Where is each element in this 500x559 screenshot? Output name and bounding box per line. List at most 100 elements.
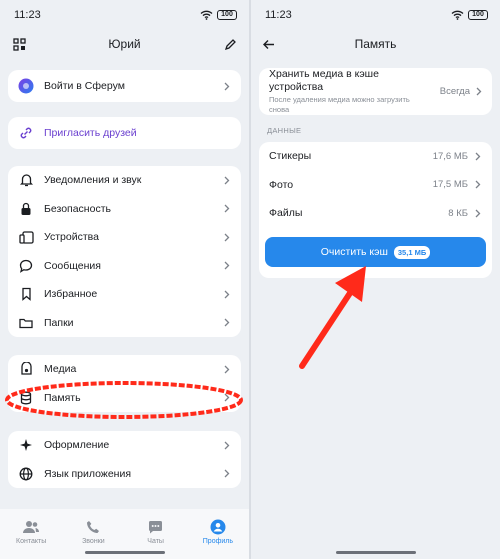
- data-row-label: Стикеры: [269, 150, 312, 163]
- bell-icon: [18, 172, 34, 188]
- settings-item-label: Медиа: [44, 363, 77, 376]
- settings-item-label: Память: [44, 391, 81, 404]
- chevron-right-icon: [223, 232, 231, 242]
- chevron-right-icon: [476, 83, 482, 101]
- chevron-right-icon: [223, 204, 231, 214]
- keep-media-title: Хранить медиа в кэше устройства: [269, 68, 379, 93]
- sferum-row[interactable]: Войти в Сферум: [8, 70, 241, 102]
- battery-icon: 100: [217, 10, 237, 20]
- settings-item-label: Оформление: [44, 439, 110, 452]
- data-row-value: 8 КБ: [448, 207, 468, 219]
- globe-icon: [18, 466, 34, 482]
- home-indicator: [335, 551, 416, 554]
- battery-icon: 100: [468, 10, 488, 20]
- chevron-right-icon: [223, 318, 231, 328]
- data-row-value: 17,6 МБ: [432, 150, 468, 162]
- sferum-logo-icon: [18, 78, 34, 94]
- bookmark-icon: [18, 286, 34, 302]
- chevron-right-icon: [223, 469, 231, 479]
- nav-chats[interactable]: Чаты: [131, 519, 181, 545]
- settings-item-media[interactable]: Медиа: [8, 355, 241, 384]
- nav-label: Чаты: [147, 538, 164, 545]
- settings-item-notifications[interactable]: Уведомления и звук: [8, 166, 241, 195]
- chevron-right-icon: [223, 261, 231, 271]
- keep-media-subtitle: После удаления медиа можно загрузить сно…: [269, 95, 410, 114]
- page-title: Юрий: [108, 37, 141, 51]
- edit-icon[interactable]: [221, 35, 239, 53]
- chats-icon: [148, 519, 163, 535]
- chevron-right-icon: [474, 180, 482, 190]
- chevron-right-icon: [223, 81, 231, 91]
- qr-code-icon[interactable]: [10, 35, 28, 53]
- devices-icon: [18, 229, 34, 245]
- sferum-label: Войти в Сферум: [44, 80, 125, 92]
- folder-icon: [18, 315, 34, 331]
- profile-screen: 11:23 100 Юрий Войти в Сферум Пригласить…: [0, 0, 249, 559]
- settings-item-label: Безопасность: [44, 202, 111, 215]
- chevron-right-icon: [474, 151, 482, 161]
- appearance-card: Оформление Язык приложения: [8, 431, 241, 488]
- settings-item-messages[interactable]: Сообщения: [8, 252, 241, 281]
- settings-item-label: Устройства: [44, 231, 99, 244]
- settings-item-devices[interactable]: Устройства: [8, 223, 241, 252]
- status-bar: 11:23 100: [0, 0, 249, 30]
- status-time: 11:23: [14, 9, 41, 21]
- data-row-label: Файлы: [269, 207, 303, 220]
- settings-item-appearance[interactable]: Оформление: [8, 431, 241, 460]
- settings-item-label: Уведомления и звук: [44, 174, 142, 187]
- nav-profile[interactable]: Профиль: [193, 519, 243, 545]
- lock-icon: [18, 201, 34, 217]
- wifi-icon: [200, 10, 213, 20]
- chevron-right-icon: [223, 175, 231, 185]
- settings-item-label: Сообщения: [44, 259, 101, 272]
- data-row-label: Фото: [269, 178, 294, 191]
- settings-card: Уведомления и звук Безопасность Устройст…: [8, 166, 241, 337]
- nav-contacts[interactable]: Контакты: [6, 519, 56, 545]
- section-title: ДАННЫЕ: [267, 126, 302, 135]
- memory-header: Память: [251, 30, 500, 58]
- invite-row[interactable]: Пригласить друзей: [8, 117, 241, 149]
- settings-item-label: Избранное: [44, 288, 98, 301]
- keep-media-value: Всегда: [439, 86, 470, 97]
- chevron-right-icon: [223, 393, 231, 403]
- keep-media-row[interactable]: Хранить медиа в кэше устройства После уд…: [259, 68, 492, 115]
- chevron-right-icon: [223, 364, 231, 374]
- memory-screen: 11:23 100 Память Хранить медиа в кэше ус…: [251, 0, 500, 559]
- data-row-stickers[interactable]: Стикеры 17,6 МБ: [259, 142, 492, 171]
- data-row-value: 17,5 МБ: [432, 179, 468, 191]
- keep-media-card: Хранить медиа в кэше устройства После уд…: [259, 68, 492, 115]
- sferum-card: Войти в Сферум: [8, 70, 241, 102]
- home-indicator: [84, 551, 165, 554]
- cache-size-badge: 35,1 МБ: [393, 245, 431, 259]
- nav-calls[interactable]: Звонки: [68, 519, 118, 545]
- profile-header: Юрий: [0, 30, 249, 58]
- contacts-icon: [22, 519, 40, 535]
- message-bubble-icon: [18, 258, 34, 274]
- chevron-right-icon: [223, 289, 231, 299]
- clear-cache-label: Очистить кэш: [320, 246, 388, 258]
- settings-item-memory[interactable]: Память: [8, 384, 241, 413]
- chevron-right-icon: [223, 440, 231, 450]
- invite-card: Пригласить друзей: [8, 117, 241, 149]
- clear-cache-button[interactable]: Очистить кэш 35,1 МБ: [265, 237, 486, 267]
- settings-item-favorites[interactable]: Избранное: [8, 280, 241, 309]
- phone-icon: [86, 519, 100, 535]
- settings-item-language[interactable]: Язык приложения: [8, 460, 241, 489]
- nav-label: Профиль: [202, 538, 233, 545]
- profile-icon: [210, 519, 226, 535]
- wifi-icon: [451, 10, 464, 20]
- chevron-right-icon: [474, 208, 482, 218]
- data-row-photos[interactable]: Фото 17,5 МБ: [259, 171, 492, 200]
- settings-item-label: Язык приложения: [44, 467, 132, 480]
- settings-item-folders[interactable]: Папки: [8, 309, 241, 338]
- settings-item-security[interactable]: Безопасность: [8, 195, 241, 224]
- data-row-files[interactable]: Файлы 8 КБ: [259, 199, 492, 228]
- back-arrow-icon[interactable]: [259, 35, 277, 53]
- database-icon: [18, 390, 34, 406]
- sparkle-icon: [18, 437, 34, 453]
- link-icon: [18, 125, 34, 141]
- settings-item-label: Папки: [44, 316, 74, 329]
- status-bar: 11:23 100: [251, 0, 500, 30]
- invite-label: Пригласить друзей: [44, 127, 137, 139]
- status-time: 11:23: [265, 9, 292, 21]
